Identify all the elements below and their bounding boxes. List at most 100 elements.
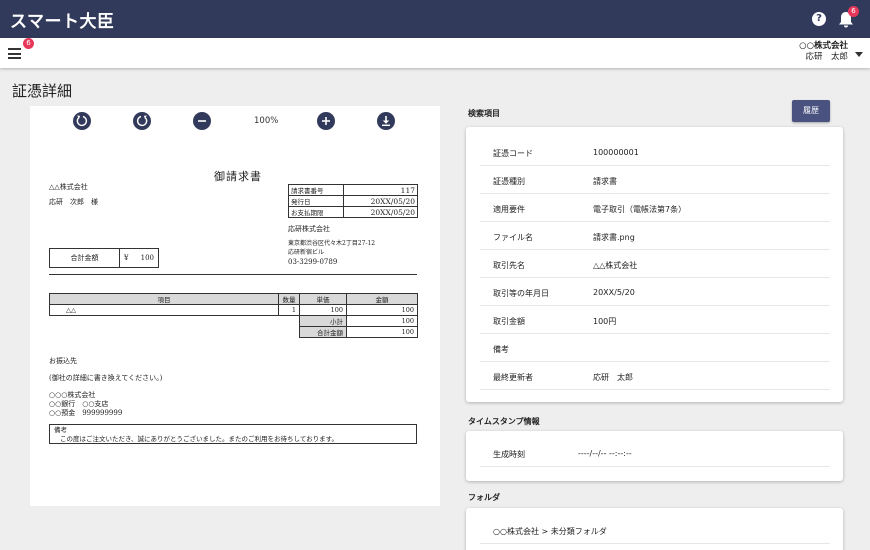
issuer-phone: 03-3299-0789 — [288, 258, 338, 266]
meta-label: 発行日 — [288, 195, 344, 207]
meta-label: お支払期限 — [288, 206, 344, 218]
field-key: 備考 — [493, 345, 509, 354]
field-key: 最終更新者 — [493, 373, 533, 382]
field-key: 生成時刻 — [493, 450, 525, 459]
issuer-company: 応研株式会社 — [288, 225, 330, 233]
subtotal-label-cell: 小計 — [299, 315, 347, 327]
account-company: ○○株式会社 — [799, 41, 848, 51]
items-header-row: 項目 数量 単価 金額 — [49, 293, 418, 305]
document-preview: 御請求書 △△株式会社 応研 次郎 様 請求書番号 117 発行日 20XX/05/… — [30, 106, 440, 506]
zoom-out-icon[interactable] — [193, 112, 211, 130]
rotate-left-icon[interactable] — [73, 112, 91, 130]
field-row-transaction-date: 取引等の年月日 20XX/5/20 — [480, 278, 830, 306]
invoice-total-box: 合計金額 ¥ 100 — [49, 248, 159, 268]
page-title: 証憑詳細 — [12, 82, 73, 100]
zoom-in-icon[interactable] — [317, 112, 335, 130]
sub-header: 6 ○○株式会社 応研 太郎 — [0, 38, 870, 68]
field-key: 証憑コード — [493, 149, 533, 158]
empty-cell — [50, 327, 279, 338]
field-key: 取引金額 — [493, 317, 525, 326]
invoice-remarks-box: 備考 この度はご注文いただき、誠にありがとうございました。またのご利用をお待ちし… — [49, 424, 417, 444]
field-value: 電子取引（電帳法第7条） — [593, 205, 687, 214]
meta-label: 請求書番号 — [288, 184, 344, 196]
invoice-title: 御請求書 — [214, 170, 262, 183]
meta-value: 20XX/05/20 — [343, 206, 418, 218]
items-header-cell: 項目 — [49, 293, 279, 305]
folder-card: ○○株式会社 > 未分類フォルダ — [466, 508, 843, 550]
field-row-last-updater: 最終更新者 応研 太郎 — [480, 362, 830, 390]
history-button[interactable]: 履歴 — [792, 100, 830, 122]
timestamp-card: 生成時刻 ----/--/-- --:--:-- — [466, 431, 843, 481]
app-header: スマート大臣 ? 6 — [0, 0, 870, 38]
search-section-label: 検索項目 — [468, 109, 500, 118]
field-row-filename: ファイル名 請求書.png — [480, 222, 830, 250]
items-row: △△ 1 100 100 — [49, 304, 418, 316]
field-key: ファイル名 — [493, 233, 533, 242]
grand-total-label-cell: 合計金額 — [299, 326, 347, 338]
field-row-amount: 取引金額 100円 — [480, 306, 830, 334]
payee-account: ○○預金 999999999 — [49, 409, 123, 417]
invoice-total-label: 合計金額 — [50, 249, 120, 267]
help-icon[interactable]: ? — [812, 12, 826, 26]
payee-note: (御社の詳細に書き換えてください。) — [49, 374, 163, 382]
field-key: 証憑種別 — [493, 177, 525, 186]
hamburger-menu-icon[interactable] — [8, 48, 21, 59]
invoice-remarks-label: 備考 — [54, 426, 67, 434]
account-dropdown-caret-icon[interactable] — [855, 52, 863, 57]
grand-total-value-cell: 100 — [346, 326, 418, 338]
folder-path: ○○株式会社 > 未分類フォルダ — [493, 527, 607, 536]
invoice-recipient-company: △△株式会社 — [49, 183, 88, 191]
invoice-meta-row: お支払期限 20XX/05/20 — [288, 206, 418, 218]
payee-heading: お振込先 — [49, 357, 77, 365]
menu-count-badge: 6 — [23, 38, 34, 49]
field-value: 請求書 — [593, 177, 617, 186]
meta-value: 20XX/05/20 — [343, 195, 418, 207]
item-price-cell: 100 — [299, 304, 347, 316]
field-key: 取引先名 — [493, 261, 525, 270]
timestamp-section-label: タイムスタンプ情報 — [468, 417, 540, 426]
subtotal-value-cell: 100 — [346, 315, 418, 327]
field-row-generated-time: 生成時刻 ----/--/-- --:--:-- — [480, 439, 830, 467]
field-value: 応研 太郎 — [593, 373, 633, 382]
issuer-address-line1: 東京都渋谷区代々木2丁目27-12 — [288, 240, 376, 247]
field-row-voucher-type: 証憑種別 請求書 — [480, 166, 830, 194]
empty-cell — [50, 316, 279, 327]
field-value: 請求書.png — [593, 233, 635, 242]
invoice-total-currency: ¥ — [124, 254, 129, 262]
field-value: 20XX/5/20 — [593, 288, 635, 297]
field-row-requirement: 適用要件 電子取引（電帳法第7条） — [480, 194, 830, 222]
empty-cell — [278, 326, 300, 338]
field-value: ----/--/-- --:--:-- — [578, 449, 632, 458]
field-row-partner: 取引先名 △△株式会社 — [480, 250, 830, 278]
field-key: 取引等の年月日 — [493, 289, 549, 298]
account-menu[interactable]: ○○株式会社 応研 太郎 — [799, 41, 848, 63]
issuer-address-line2: 応研新宿ビル — [288, 249, 325, 256]
item-name-cell: △△ — [49, 304, 279, 316]
app-brand[interactable]: スマート大臣 — [10, 7, 115, 32]
invoice-document: 御請求書 △△株式会社 応研 次郎 様 請求書番号 117 発行日 20XX/05/… — [30, 106, 440, 506]
items-header-cell: 数量 — [278, 293, 300, 305]
items-header-cell: 金額 — [346, 293, 418, 305]
invoice-total-value: 100 — [140, 254, 154, 262]
invoice-items-table: 項目 数量 単価 金額 △△ 1 100 100 小計 100 合計金額 100 — [49, 293, 418, 338]
account-user: 応研 太郎 — [805, 52, 848, 62]
items-subtotal-row: 小計 100 — [50, 315, 418, 327]
empty-cell — [278, 315, 300, 327]
notification-count-badge: 6 — [848, 6, 859, 17]
field-key: 適用要件 — [493, 205, 525, 214]
divider — [49, 274, 417, 275]
meta-value: 117 — [343, 184, 418, 196]
field-row-voucher-code: 証憑コード 100000001 — [480, 138, 830, 166]
download-icon[interactable] — [377, 112, 395, 130]
invoice-meta-row: 発行日 20XX/05/20 — [288, 195, 418, 207]
item-qty-cell: 1 — [278, 304, 300, 316]
field-value: △△株式会社 — [593, 261, 638, 270]
rotate-right-icon[interactable] — [133, 112, 151, 130]
invoice-meta-row: 請求書番号 117 — [288, 184, 418, 196]
folder-path-row[interactable]: ○○株式会社 > 未分類フォルダ — [480, 516, 830, 544]
zoom-level: 100% — [254, 116, 279, 126]
search-fields-card: 証憑コード 100000001 証憑種別 請求書 適用要件 電子取引（電帳法第7… — [466, 127, 843, 402]
invoice-recipient-person: 応研 次郎 様 — [49, 198, 98, 206]
field-value: 100000001 — [593, 148, 639, 157]
invoice-meta-table: 請求書番号 117 発行日 20XX/05/20 お支払期限 20XX/05/20 — [288, 184, 418, 218]
